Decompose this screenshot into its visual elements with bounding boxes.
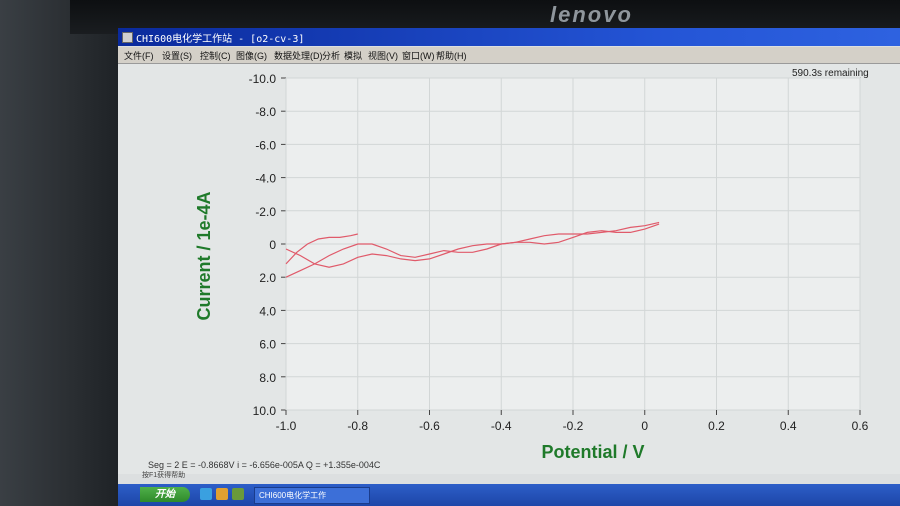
y-tick-label: 4.0 [259,304,276,318]
status-segment: Seg = 2 E = -0.8668V i = -6.656e-005A Q … [148,460,381,470]
app-icon[interactable] [122,32,133,43]
app-icon-quicklaunch[interactable] [232,488,244,500]
y-tick-label: -2.0 [255,205,276,219]
y-tick-label: 8.0 [259,371,276,385]
monitor-brand: lenovo [550,2,633,27]
start-button[interactable]: 开始 [140,487,190,502]
x-tick-label: -0.6 [419,419,440,433]
status-hint: 按F1获得帮助 [142,472,186,479]
menu-file[interactable]: 文件(F) [124,49,154,62]
folder-icon[interactable] [216,488,228,500]
menu-bar: 文件(F) 设置(S) 控制(C) 图像(G) 数据处理(D) 分析 模拟 视图… [118,47,900,64]
menu-view[interactable]: 视图(V) [368,49,398,62]
y-tick-label: -6.0 [255,138,276,152]
x-tick-label: 0.2 [708,419,725,433]
x-tick-label: 0.6 [852,419,869,433]
x-tick-label: 0.4 [780,419,797,433]
y-tick-label: 0 [269,238,276,252]
remaining-time-label: 590.3s remaining [792,68,869,79]
screen: CHI600电化学工作站 - [o2-cv-3] 文件(F) 设置(S) 控制(… [118,28,900,506]
status-bar: Seg = 2 E = -0.8668V i = -6.656e-005A Q … [118,458,900,480]
x-tick-label: -1.0 [276,419,297,433]
y-tick-label: 10.0 [253,404,277,418]
menu-analysis[interactable]: 分析 [322,49,340,62]
x-tick-label: -0.2 [563,419,584,433]
window-title: CHI600电化学工作站 - [o2-cv-3] [136,34,305,45]
x-tick-label: -0.4 [491,419,512,433]
y-tick-label: -10.0 [249,72,277,86]
x-tick-label: -0.8 [347,419,368,433]
x-tick-label: 0 [641,419,648,433]
title-bar[interactable]: CHI600电化学工作站 - [o2-cv-3] [118,28,900,46]
menu-graphics[interactable]: 图像(G) [236,49,267,62]
menu-help[interactable]: 帮助(H) [436,49,467,62]
cv-chart: 590.3s remaining -10.0 -8.0 -6.0 -4.0 -2.0 0 2.… [194,68,869,462]
taskbar: 开始 CHI600电化学工作 [118,484,900,506]
y-axis-label: Current / 1e-4A [194,191,214,320]
menu-data-proc[interactable]: 数据处理(D) [274,49,323,62]
plot-area: 590.3s remaining -10.0 -8.0 -6.0 -4.0 -2.0 0 2.… [118,64,900,474]
menu-control[interactable]: 控制(C) [200,49,231,62]
menu-setup[interactable]: 设置(S) [162,49,192,62]
y-tick-label: -8.0 [255,105,276,119]
y-tick-label: 2.0 [259,271,276,285]
ie-icon[interactable] [200,488,212,500]
menu-simulate[interactable]: 模拟 [344,49,362,62]
monitor-bezel-left [0,0,120,506]
y-tick-label: -4.0 [255,172,276,186]
task-button-chi600[interactable]: CHI600电化学工作 [254,487,370,504]
y-tick-label: 6.0 [259,338,276,352]
menu-window[interactable]: 窗口(W) [402,49,435,62]
